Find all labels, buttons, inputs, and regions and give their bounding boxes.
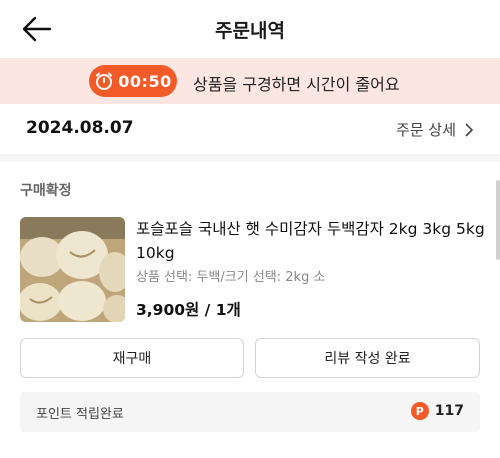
order-date: 2024.08.07 — [26, 118, 134, 138]
potato-image — [20, 217, 125, 322]
stopwatch-icon — [96, 72, 113, 90]
timer-badge: 00:50 — [89, 65, 177, 97]
banner-message: 상품을 구경하면 시간이 줄어요 — [193, 75, 400, 94]
order-detail-link[interactable]: 주문 상세 — [396, 119, 474, 140]
scrollbar[interactable] — [496, 180, 500, 260]
timer-text: 00:50 — [118, 71, 172, 91]
product-price: 3,900원 / 1개 — [136, 301, 241, 319]
order-detail-label: 주문 상세 — [396, 121, 456, 139]
points-row: 포인트 적립완료 P 117 — [20, 392, 480, 432]
promo-banner[interactable]: 00:50 상품을 구경하면 시간이 줄어요 — [0, 58, 500, 104]
points-value: P 117 — [410, 402, 464, 420]
page-title: 주문내역 — [215, 20, 285, 42]
product-thumbnail[interactable] — [20, 217, 125, 322]
product-option: 상품 선택: 두백/크기 선택: 2kg 소 — [136, 270, 326, 285]
section-divider — [0, 154, 500, 162]
order-status: 구매확정 — [20, 183, 72, 199]
order-date-row: 2024.08.07 주문 상세 — [0, 112, 500, 148]
header: 주문내역 — [0, 0, 500, 58]
points-amount: 117 — [434, 403, 464, 419]
rebuy-button[interactable]: 재구매 — [20, 338, 244, 378]
product-name[interactable]: 포슬포슬 국내산 햇 수미감자 두백감자 2kg 3kg 5kg 10kg — [136, 217, 486, 265]
points-label: 포인트 적립완료 — [36, 407, 124, 422]
review-complete-button[interactable]: 리뷰 작성 완료 — [255, 338, 480, 378]
chevron-right-icon — [465, 122, 474, 137]
point-icon: P — [410, 402, 429, 420]
